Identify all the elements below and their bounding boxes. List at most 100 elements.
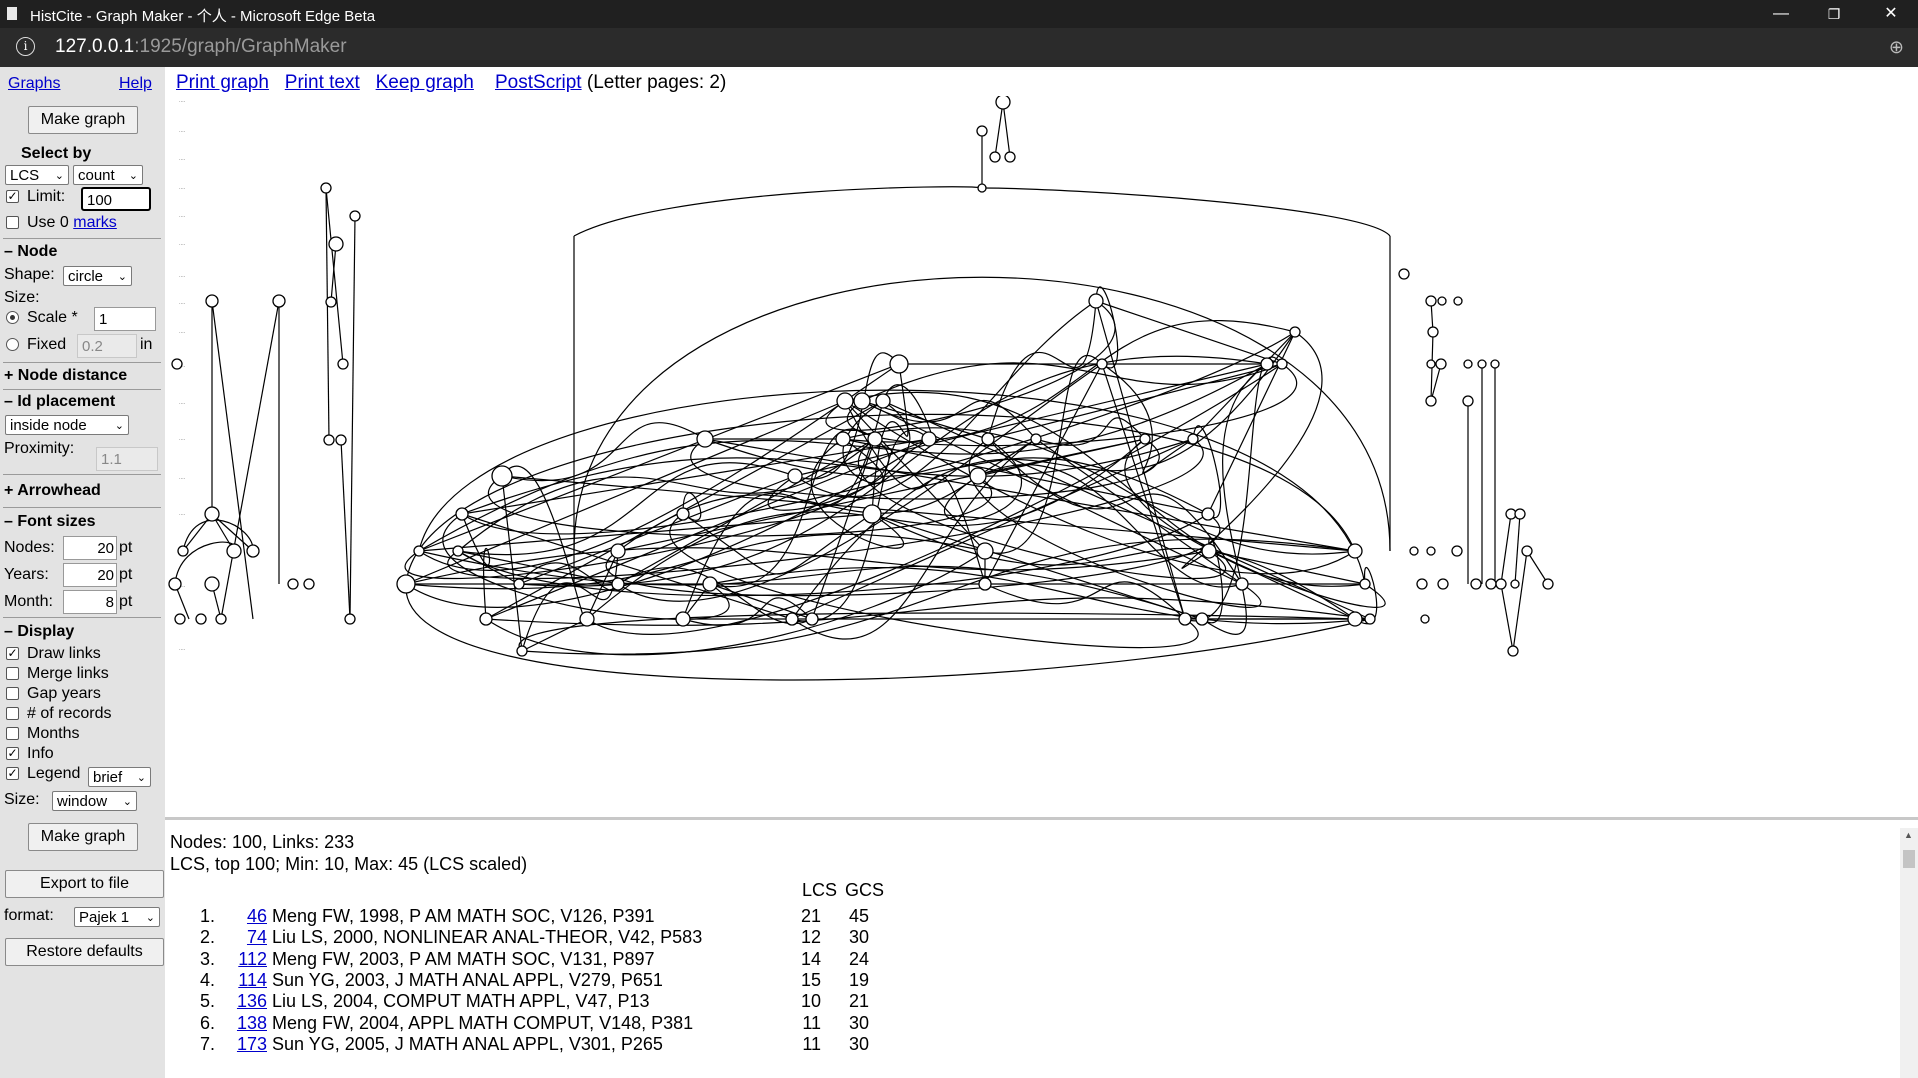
- graph-node[interactable]: [1426, 359, 1436, 369]
- id-placement-dropdown[interactable]: inside node ⌄: [5, 415, 129, 435]
- graph-node[interactable]: [344, 613, 356, 625]
- graph-node[interactable]: [1435, 358, 1447, 370]
- graph-node[interactable]: [1139, 433, 1151, 445]
- scroll-thumb[interactable]: [1903, 850, 1915, 868]
- graph-node[interactable]: [1521, 545, 1533, 557]
- minimize-button[interactable]: —: [1758, 1, 1804, 27]
- graphs-link[interactable]: Graphs: [8, 75, 60, 93]
- graph-node[interactable]: [867, 431, 883, 447]
- graph-node[interactable]: [1364, 613, 1376, 625]
- print-graph-link[interactable]: Print graph: [176, 72, 269, 93]
- graph-node[interactable]: [328, 236, 344, 252]
- graph-node[interactable]: [177, 545, 189, 557]
- graph-node[interactable]: [1485, 578, 1497, 590]
- postscript-link[interactable]: PostScript: [495, 72, 582, 93]
- record-id-link[interactable]: 114: [215, 970, 267, 991]
- limit-checkbox[interactable]: ✓: [6, 190, 19, 203]
- graph-node[interactable]: [853, 392, 871, 410]
- maximize-button[interactable]: ❐: [1811, 1, 1857, 27]
- gap-years-checkbox[interactable]: [6, 687, 19, 700]
- graph-node[interactable]: [1451, 545, 1463, 557]
- graph-node[interactable]: [1201, 507, 1215, 521]
- graph-node[interactable]: [323, 434, 335, 446]
- graph-node[interactable]: [491, 465, 513, 487]
- export-to-file-button[interactable]: Export to file: [5, 870, 164, 898]
- graph-node[interactable]: [1088, 293, 1104, 309]
- graph-node[interactable]: [1187, 433, 1199, 445]
- graph-node[interactable]: [696, 430, 714, 448]
- record-id-link[interactable]: 46: [215, 906, 267, 927]
- month-font-input[interactable]: 8: [63, 590, 117, 614]
- graph-node[interactable]: [1477, 359, 1487, 369]
- fixed-input[interactable]: 0.2: [77, 334, 137, 358]
- scale-radio[interactable]: [6, 311, 19, 324]
- size-dropdown[interactable]: window ⌄: [52, 791, 137, 811]
- graph-node[interactable]: [320, 182, 332, 194]
- format-dropdown[interactable]: Pajek 1 ⌄: [74, 907, 160, 927]
- scroll-up-icon[interactable]: ▲: [1904, 830, 1913, 840]
- graph-node[interactable]: [1260, 357, 1274, 371]
- close-button[interactable]: ✕: [1868, 1, 1914, 27]
- graph-node[interactable]: [610, 543, 626, 559]
- graph-node[interactable]: [246, 544, 260, 558]
- graph-node[interactable]: [516, 645, 528, 657]
- arrowhead-toggle[interactable]: + Arrowhead: [4, 482, 101, 500]
- graph-node[interactable]: [479, 612, 493, 626]
- graph-node[interactable]: [1507, 645, 1519, 657]
- graph-node[interactable]: [1437, 296, 1447, 306]
- graph-node[interactable]: [1004, 151, 1016, 163]
- graph-node[interactable]: [1542, 578, 1554, 590]
- graph-node[interactable]: [805, 612, 819, 626]
- graph-node[interactable]: [1289, 326, 1301, 338]
- record-id-link[interactable]: 138: [215, 1013, 267, 1034]
- make-graph-top-button[interactable]: Make graph: [28, 106, 138, 134]
- graph-node[interactable]: [1490, 359, 1500, 369]
- graph-node[interactable]: [676, 507, 690, 521]
- citation-graph[interactable]: ···· ···· ···· ···· ···· ···· ···· ···· ···· ····…: [165, 96, 1918, 816]
- node-section-toggle[interactable]: – Node: [4, 243, 57, 261]
- graph-node[interactable]: [921, 431, 937, 447]
- graph-node[interactable]: [1495, 578, 1507, 590]
- graph-node[interactable]: [413, 545, 425, 557]
- graph-node[interactable]: [989, 151, 1001, 163]
- info-checkbox[interactable]: ✓: [6, 747, 19, 760]
- graph-node[interactable]: [195, 613, 207, 625]
- record-id-link[interactable]: 136: [215, 991, 267, 1012]
- graph-node[interactable]: [1195, 612, 1209, 626]
- graph-node[interactable]: [1178, 612, 1192, 626]
- help-link[interactable]: Help: [119, 75, 152, 93]
- graph-node[interactable]: [787, 468, 803, 484]
- months-checkbox[interactable]: [6, 727, 19, 740]
- graph-node[interactable]: [455, 507, 469, 521]
- graph-node[interactable]: [1427, 326, 1439, 338]
- fixed-radio[interactable]: [6, 338, 19, 351]
- graph-node[interactable]: [1425, 295, 1437, 307]
- graph-node[interactable]: [702, 576, 718, 592]
- address-bar[interactable]: i 127.0.0.1:1925/graph/GraphMaker ⊕: [0, 28, 1918, 67]
- zoom-icon[interactable]: ⊕: [1889, 37, 1904, 58]
- graph-node[interactable]: [513, 578, 525, 590]
- graph-node[interactable]: [1462, 395, 1474, 407]
- graph-node[interactable]: [1416, 578, 1428, 590]
- graph-node[interactable]: [1398, 268, 1410, 280]
- url-text[interactable]: 127.0.0.1:1925/graph/GraphMaker: [55, 36, 347, 58]
- scale-input[interactable]: 1: [94, 307, 156, 331]
- graph-node[interactable]: [1470, 578, 1482, 590]
- graph-node[interactable]: [337, 358, 349, 370]
- graph-node[interactable]: [995, 96, 1011, 110]
- graph-node[interactable]: [1235, 577, 1249, 591]
- graph-node[interactable]: [862, 504, 882, 524]
- graph-node[interactable]: [675, 611, 691, 627]
- graph-node[interactable]: [611, 577, 625, 591]
- graph-node[interactable]: [396, 574, 416, 594]
- graph-node[interactable]: [171, 358, 183, 370]
- num-records-checkbox[interactable]: [6, 707, 19, 720]
- graph-node[interactable]: [981, 432, 995, 446]
- graph-node[interactable]: [1359, 578, 1371, 590]
- graph-node[interactable]: [204, 506, 220, 522]
- make-graph-bottom-button[interactable]: Make graph: [28, 823, 138, 851]
- keep-graph-link[interactable]: Keep graph: [376, 72, 474, 93]
- select-by-mode-dropdown[interactable]: count ⌄: [73, 165, 143, 185]
- graph-node[interactable]: [204, 576, 220, 592]
- graph-node[interactable]: [1514, 508, 1526, 520]
